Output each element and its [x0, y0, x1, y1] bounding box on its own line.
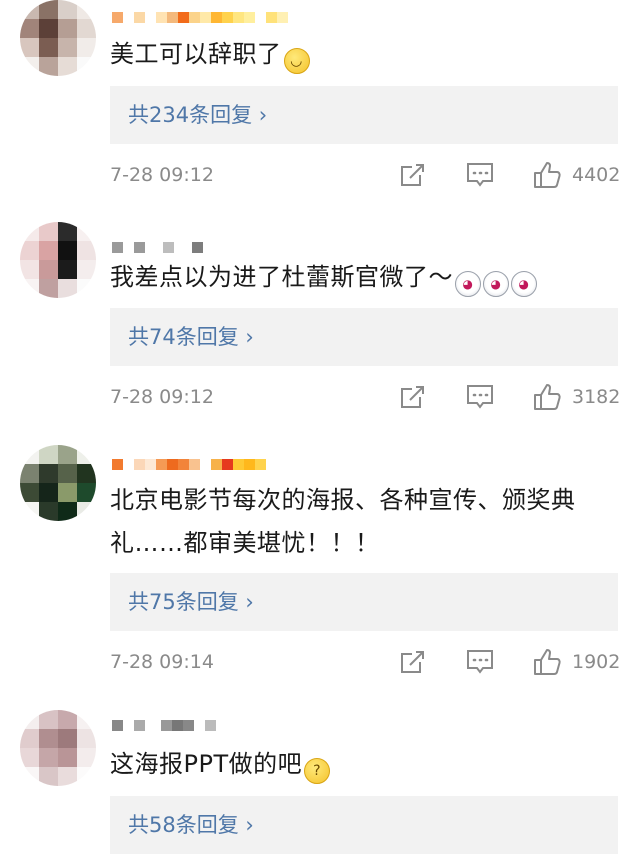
username-redacted[interactable] [112, 236, 203, 258]
replies-link[interactable]: 共58条回复 › [110, 796, 618, 854]
comment-item: 北京电影节每次的海报、各种宣传、颁奖典礼……都审美堪忧！！！ 共75条回复 › … [0, 445, 640, 695]
replies-label: 共58条回复 › [128, 813, 254, 837]
replies-link[interactable]: 共74条回复 › [110, 308, 618, 366]
replies-label: 共74条回复 › [128, 325, 254, 349]
comment-item: 美工可以辞职了 ◡ 共234条回复 › 7-28 09:12 4402 [0, 0, 640, 205]
comment-body: 我差点以为进了杜蕾斯官微了～ [110, 263, 453, 291]
avatar[interactable] [20, 445, 96, 521]
comment-item: 这海报PPT做的吧? 共58条回复 › [0, 710, 640, 860]
comment-text: 北京电影节每次的海报、各种宣传、颁奖典礼……都审美堪忧！！！ [110, 486, 576, 557]
comment-icon[interactable] [465, 648, 495, 676]
like-count: 1902 [572, 651, 621, 673]
panda-emoji-icon: ◕ [511, 271, 537, 297]
comment-text: 美工可以辞职了 ◡ [110, 33, 622, 76]
replies-link[interactable]: 共75条回复 › [110, 573, 618, 631]
smile-emoji-icon: ◡ [283, 48, 310, 74]
avatar[interactable] [20, 222, 96, 298]
comment-body: 美工可以辞职了 [110, 40, 282, 68]
avatar[interactable] [20, 710, 96, 786]
comment-text: 我差点以为进了杜蕾斯官微了～ ◕ ◕ ◕ [110, 256, 622, 299]
username-redacted[interactable] [112, 6, 288, 28]
comment-item: 我差点以为进了杜蕾斯官微了～ ◕ ◕ ◕ 共74条回复 › 7-28 09:12 31… [0, 222, 640, 427]
avatar[interactable] [20, 0, 96, 76]
share-icon[interactable] [398, 161, 426, 189]
timestamp: 7-28 09:14 [110, 651, 214, 673]
username-redacted[interactable] [112, 714, 216, 736]
replies-link[interactable]: 共234条回复 › [110, 86, 618, 144]
thinking-emoji-icon: ? [304, 758, 331, 784]
thumbs-up-icon[interactable] [532, 160, 562, 190]
thumbs-up-icon[interactable] [532, 382, 562, 412]
timestamp: 7-28 09:12 [110, 386, 214, 408]
replies-label: 共234条回复 › [128, 103, 268, 127]
thumbs-up-icon[interactable] [532, 647, 562, 677]
comment-text: 这海报PPT做的吧? [110, 743, 622, 786]
panda-emoji-icon: ◕ [455, 271, 481, 297]
share-icon[interactable] [398, 648, 426, 676]
comment-body: 这海报PPT做的吧 [110, 750, 303, 778]
share-icon[interactable] [398, 383, 426, 411]
like-count: 4402 [572, 164, 621, 186]
replies-label: 共75条回复 › [128, 590, 254, 614]
username-redacted[interactable] [112, 453, 266, 475]
comment-icon[interactable] [465, 161, 495, 189]
panda-emoji-icon: ◕ [483, 271, 509, 297]
comment-icon[interactable] [465, 383, 495, 411]
timestamp: 7-28 09:12 [110, 164, 214, 186]
like-count: 3182 [572, 386, 621, 408]
